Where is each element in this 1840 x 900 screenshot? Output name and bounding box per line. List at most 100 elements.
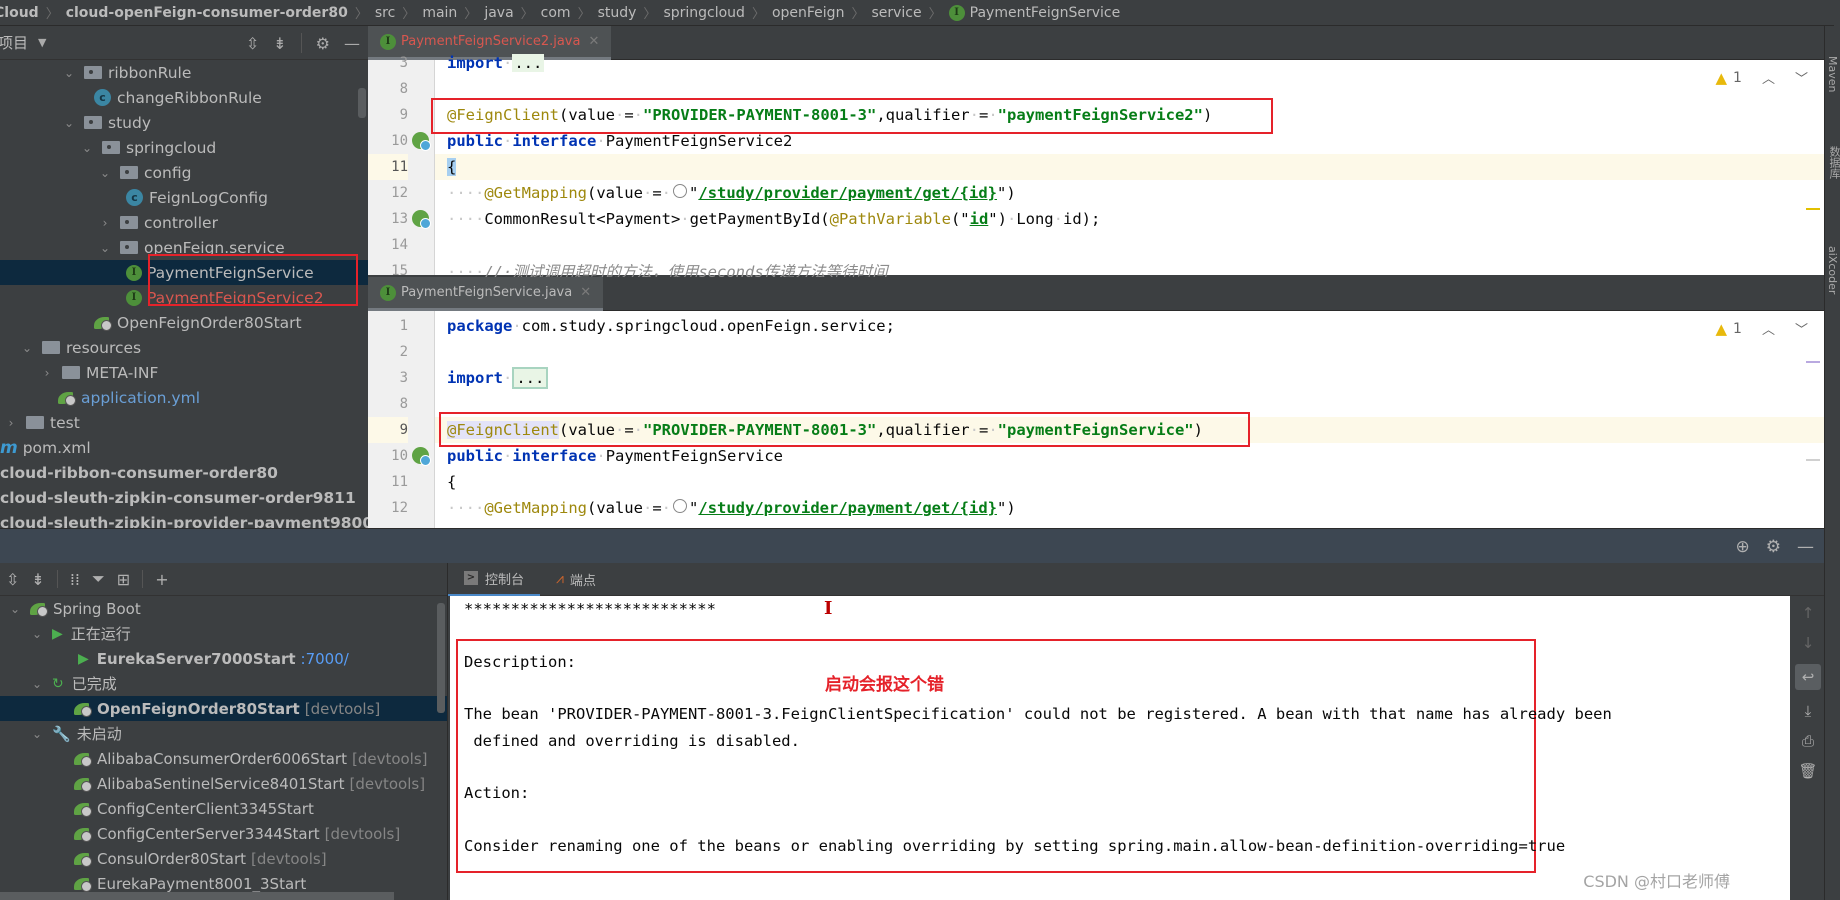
- run-config-item[interactable]: ⌄ ▶ 正在运行: [0, 621, 447, 646]
- run-config-item[interactable]: ⌄ 🔧 未启动: [0, 721, 447, 746]
- run-config-item[interactable]: ConfigCenterServer3344Start [devtools]: [0, 821, 447, 846]
- breadcrumb-item[interactable]: Cloud: [0, 5, 39, 21]
- project-scrollbar[interactable]: [358, 88, 366, 118]
- collapse-all-icon[interactable]: ⇟: [273, 34, 286, 53]
- code-line[interactable]: import·...: [435, 365, 1824, 391]
- chevron-right-icon[interactable]: ›: [4, 416, 18, 430]
- expand-all-icon[interactable]: ⇳: [6, 570, 19, 589]
- tree-item[interactable]: ⌄ openFeign.service: [0, 235, 368, 260]
- chevron-right-icon[interactable]: ›: [40, 366, 54, 380]
- tree-item[interactable]: cloud-sleuth-zipkin-consumer-order9811: [0, 485, 368, 510]
- hide-panel-icon[interactable]: —: [344, 34, 360, 53]
- code-area[interactable]: import·... @FeignClient(value·=·"PROVIDER…: [435, 54, 1824, 281]
- previous-highlight-icon[interactable]: ︿: [1762, 68, 1775, 87]
- tree-item[interactable]: › META-INF: [0, 360, 368, 385]
- tree-item[interactable]: cloud-ribbon-consumer-order80: [0, 460, 368, 485]
- next-highlight-icon[interactable]: ﹀: [1795, 319, 1808, 338]
- new-tab-icon[interactable]: ⊞: [117, 570, 130, 589]
- code-token[interactable]: ...: [512, 367, 549, 389]
- collapse-all-icon[interactable]: ⇟: [31, 570, 44, 589]
- code-token[interactable]: ...: [512, 54, 545, 72]
- soft-wrap-icon[interactable]: ↩: [1795, 664, 1821, 690]
- expand-all-icon[interactable]: ⇳: [246, 34, 259, 53]
- run-tree-horizontal-scrollbar[interactable]: [0, 892, 394, 900]
- scroll-marker[interactable]: [1806, 459, 1820, 461]
- inspection-widget[interactable]: ▲ 1 ︿ ﹀: [1716, 68, 1809, 88]
- tool-window-maven[interactable]: Maven: [1826, 56, 1839, 92]
- tree-item[interactable]: ⌄ config: [0, 160, 368, 185]
- code-line[interactable]: ····CommonResult<Payment>·getPaymentById…: [435, 206, 1824, 232]
- run-config-item[interactable]: ⌄ ↻ 已完成: [0, 671, 447, 696]
- run-config-item[interactable]: ▶ EurekaServer7000Start:7000/: [0, 646, 447, 671]
- chevron-down-icon[interactable]: ⌄: [30, 727, 44, 741]
- breadcrumb-item[interactable]: I PaymentFeignService: [948, 4, 1120, 21]
- web-icon[interactable]: [673, 499, 688, 513]
- breadcrumb-item[interactable]: openFeign: [772, 5, 845, 21]
- run-config-item[interactable]: ConsulOrder80Start [devtools]: [0, 846, 447, 871]
- code-line[interactable]: [435, 232, 1824, 258]
- tree-item[interactable]: application.yml: [0, 385, 368, 410]
- run-config-item[interactable]: ⌄ Spring Boot: [0, 596, 447, 621]
- code-line[interactable]: [435, 339, 1824, 365]
- close-icon[interactable]: ✕: [580, 285, 591, 300]
- code-line[interactable]: @FeignClient(value·=·"PROVIDER-PAYMENT-8…: [435, 102, 1824, 128]
- web-icon[interactable]: [673, 184, 688, 198]
- tree-item[interactable]: I PaymentFeignService: [0, 260, 368, 285]
- tree-item[interactable]: › controller: [0, 210, 368, 235]
- chevron-down-icon[interactable]: ⌄: [98, 166, 112, 180]
- code-token[interactable]: id: [970, 210, 989, 228]
- hide-panel-icon[interactable]: —: [1797, 537, 1814, 557]
- code-line[interactable]: public·interface·PaymentFeignService: [435, 443, 1824, 469]
- down-arrow-icon[interactable]: ↓: [1802, 634, 1815, 652]
- scroll-marker[interactable]: [1806, 361, 1820, 363]
- up-arrow-icon[interactable]: ↑: [1802, 604, 1815, 622]
- chevron-down-icon[interactable]: ⌄: [80, 141, 94, 155]
- code-line[interactable]: @FeignClient(value·=·"PROVIDER-PAYMENT-8…: [435, 417, 1824, 443]
- print-icon[interactable]: ⎙: [1802, 732, 1814, 750]
- chevron-down-icon[interactable]: ▼: [38, 36, 46, 49]
- chevron-down-icon[interactable]: ⌄: [98, 241, 112, 255]
- tree-item[interactable]: I PaymentFeignService2: [0, 285, 368, 310]
- console-output[interactable]: I 启动会报这个错 CSDN @村口老师傅 ******************…: [450, 596, 1790, 900]
- chevron-down-icon[interactable]: ⌄: [62, 116, 76, 130]
- chevron-down-icon[interactable]: ⌄: [20, 341, 34, 355]
- implemented-icon[interactable]: [412, 447, 431, 466]
- tree-item[interactable]: › test: [0, 410, 368, 435]
- code-area[interactable]: package·com.study.springcloud.openFeign.…: [435, 311, 1824, 528]
- tree-item[interactable]: c FeignLogConfig: [0, 185, 368, 210]
- breadcrumb-item[interactable]: cloud-openFeign-consumer-order80: [66, 5, 348, 21]
- chevron-right-icon[interactable]: ›: [98, 216, 112, 230]
- code-line[interactable]: [435, 76, 1824, 102]
- tool-window-aixcoder[interactable]: aiXcoder: [1826, 246, 1839, 294]
- chevron-down-icon[interactable]: ⌄: [30, 677, 44, 691]
- inspection-widget[interactable]: ▲ 1 ︿ ﹀: [1716, 319, 1809, 339]
- tab-payment-feign-service[interactable]: I PaymentFeignService.java ✕: [368, 277, 604, 311]
- gear-icon[interactable]: ⚙: [316, 34, 330, 53]
- scroll-to-end-icon[interactable]: ⤓: [1805, 702, 1812, 720]
- run-config-suffix[interactable]: :7000/: [301, 650, 349, 668]
- chevron-down-icon[interactable]: ⌄: [30, 627, 44, 641]
- code-line[interactable]: {: [435, 469, 1824, 495]
- breadcrumb-item[interactable]: src: [375, 5, 395, 21]
- run-tree-scrollbar[interactable]: [437, 603, 445, 713]
- code-token[interactable]: /study/provider/payment/get/{id}: [698, 499, 997, 517]
- tree-item[interactable]: ⌄ ribbonRule: [0, 60, 368, 85]
- trash-icon[interactable]: 🗑: [1798, 762, 1817, 780]
- close-icon[interactable]: ✕: [588, 34, 599, 49]
- previous-highlight-icon[interactable]: ︿: [1762, 319, 1775, 338]
- editor-top[interactable]: 3 8 9 10 11 12 13 14 15 import·... @FeignClient(v…: [368, 54, 1824, 281]
- code-token[interactable]: /study/provider/payment/get/{id}: [698, 184, 997, 202]
- breadcrumb-item[interactable]: java: [484, 5, 513, 21]
- breadcrumb-item[interactable]: com: [541, 5, 571, 21]
- code-line[interactable]: ····@GetMapping(value·=· "/study/provider…: [435, 180, 1824, 206]
- group-by-icon[interactable]: ⁞⁞: [70, 570, 80, 589]
- chevron-down-icon[interactable]: ⌄: [62, 66, 76, 80]
- code-line[interactable]: package·com.study.springcloud.openFeign.…: [435, 313, 1824, 339]
- project-view-selector[interactable]: 项目: [0, 32, 28, 53]
- filter-icon[interactable]: ⏷: [92, 569, 105, 589]
- tab-console[interactable]: > 控制台: [448, 563, 541, 596]
- implemented-icon[interactable]: [412, 210, 431, 229]
- run-config-item[interactable]: OpenFeignOrder80Start [devtools]: [0, 696, 447, 721]
- warning-marker[interactable]: [1806, 208, 1820, 210]
- implemented-icon[interactable]: [412, 132, 431, 151]
